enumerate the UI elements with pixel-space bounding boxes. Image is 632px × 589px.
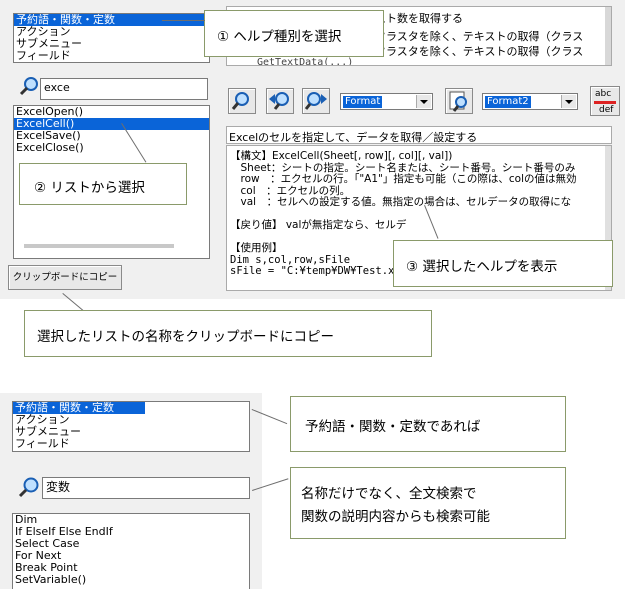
format-combo-value: Format [343,96,383,108]
function-list-item[interactable]: クラスタを除く、テキストの取得（クラス [375,43,583,59]
abc-def-icon: abc def [593,88,619,116]
category-item[interactable]: フィールド [14,50,209,62]
callout-fulltext-line2: 関数の説明内容からも検索可能 [301,509,490,525]
chevron-down-icon[interactable] [416,95,431,108]
callout-clipboard: 選択したリストの名称をクリップボードにコピー [24,310,432,357]
callout-list-select: ② リストから選択 [19,163,187,205]
function-list-item[interactable]: クラスタを除く、テキストの取得（クラス [375,28,583,44]
search-input[interactable]: exce [40,78,208,100]
callout-help-type-text: ① ヘルプ種別を選択 [217,29,342,45]
find-prev-button[interactable] [266,88,294,114]
results-hscrollbar[interactable] [24,244,174,248]
format2-combo-value: Format2 [485,96,531,108]
find-icon [231,92,249,110]
function-list-code: GetTextData(...) [257,57,354,66]
results-item[interactable]: ExcelClose() [14,142,209,154]
callout-fulltext: 名称だけでなく、全文検索で 関数の説明内容からも検索可能 [290,467,566,539]
callout-fulltext-line1: 名称だけでなく、全文検索で [301,486,477,502]
function-list-scrollbar[interactable] [605,7,611,65]
doc-line: row ：エクセルの行。「"A1"」指定も可能（この際は、colの値は無効 [230,173,577,185]
search-input[interactable]: 変数 [42,477,250,499]
find-next-icon [304,92,327,110]
bottom-screenshot: 予約語・関数・定数 アクション サブメニュー フィールド 変数 Dim If E… [0,393,262,589]
callout-category-text: 予約語・関数・定数であれば [305,419,481,435]
find-button[interactable] [228,88,256,114]
find-next-button[interactable] [302,88,330,114]
format-combo[interactable]: Format [340,93,433,110]
callout-category: 予約語・関数・定数であれば [290,396,566,452]
category-item[interactable]: フィールド [13,438,249,450]
callout-show-help: ③ 選択したヘルプを表示 [393,240,613,287]
abc-def-button[interactable]: abc def [590,86,620,116]
callout-clipboard-text: 選択したリストの名称をクリップボードにコピー [37,329,334,345]
find-prev-icon [269,92,289,110]
copy-to-clipboard-button[interactable]: クリップボードにコピー [8,265,122,290]
find-in-doc-icon [449,91,467,112]
callout-show-help-text: ③ 選択したヘルプを表示 [406,259,558,275]
callout-help-type: ① ヘルプ種別を選択 [204,10,384,57]
search-icon[interactable] [19,76,39,96]
doc-line: val ：セルへの設定する値。無指定の場合は、セルデータの取得にな [230,196,572,208]
results-item[interactable]: SetVariable() [13,574,249,586]
connector-line [162,20,205,21]
callout-list-select-text: ② リストから選択 [34,180,145,196]
results-listbox[interactable]: Dim If ElseIf Else EndIf Select Case For… [12,513,250,589]
top-screenshot: 予約語・関数・定数 アクション サブメニュー フィールド スト数を取得する クラ… [0,0,625,299]
doc-line: 【構文】ExcelCell(Sheet[, row][, col][, val]… [230,150,453,162]
doc-line: 【戻り値】 valが無指定なら、セルデ [230,219,407,231]
format2-combo[interactable]: Format2 [482,93,578,110]
description-text: Excelのセルを指定して、データを取得／設定する [226,126,612,144]
search-icon[interactable] [18,476,40,498]
function-list-item[interactable]: スト数を取得する [375,10,463,26]
category-listbox[interactable]: 予約語・関数・定数 アクション サブメニュー フィールド [12,401,250,452]
find-in-doc-button[interactable] [445,88,473,114]
chevron-down-icon[interactable] [561,95,576,108]
